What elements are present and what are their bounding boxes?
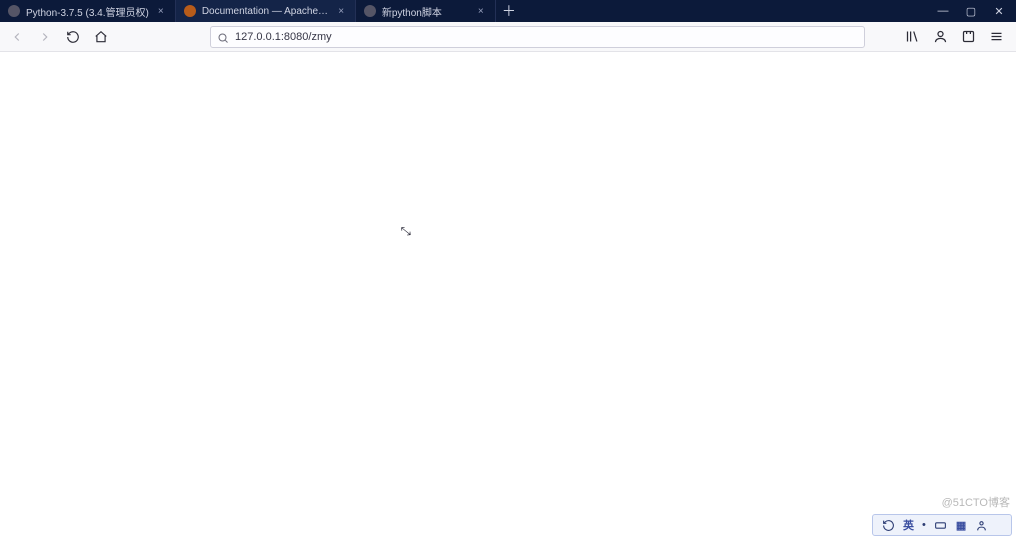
url-input[interactable] [235,31,858,43]
tabstrip-spacer [522,0,926,22]
ime-separator: • [922,519,926,531]
toolbar-right [904,29,1008,45]
ime-toolbar[interactable]: 英 • ▦ [872,514,1012,536]
reload-button[interactable] [64,28,82,46]
library-icon[interactable] [904,29,920,45]
mouse-cursor-icon: ⤡ [400,224,411,240]
close-icon[interactable]: × [336,6,347,17]
forward-button[interactable] [36,28,54,46]
watermark-text: @51CTO博客 [942,494,1010,510]
browser-toolbar [0,22,1016,52]
home-button[interactable] [92,28,110,46]
tab-title: 新python脚本 [382,4,469,19]
tab-favicon [184,5,196,17]
menu-icon[interactable] [988,29,1004,45]
address-bar[interactable] [210,26,865,48]
tab-title: Documentation — Apache K… [202,6,330,17]
refresh-icon[interactable] [881,518,895,532]
account-icon[interactable] [932,29,948,45]
keyboard-icon[interactable] [934,518,948,532]
tab-favicon [364,5,376,17]
window-maximize-button[interactable]: ▢ [964,5,978,18]
tab-0[interactable]: Python-3.7.5 (3.4.管理员权) × [0,0,176,22]
tab-title: Python-3.7.5 (3.4.管理员权) [26,4,149,19]
page-viewport: ⤡ [0,52,1016,540]
ime-language-label[interactable]: 英 [903,517,914,533]
tab-2[interactable]: 新python脚本 × [356,0,496,22]
window-minimize-button[interactable]: — [936,5,950,17]
close-icon[interactable]: × [475,6,487,17]
extensions-icon[interactable] [960,29,976,45]
window-close-button[interactable]: ✕ [992,5,1006,18]
window-controls: — ▢ ✕ [926,0,1016,22]
ime-tools-icon[interactable]: ▦ [956,519,966,532]
tab-1[interactable]: Documentation — Apache K… × [176,0,356,22]
new-tab-button[interactable]: ＋ [496,0,522,22]
search-icon [217,31,229,43]
tab-favicon [8,5,20,17]
back-button[interactable] [8,28,26,46]
person-icon[interactable] [974,518,988,532]
close-icon[interactable]: × [155,6,167,17]
tab-strip: Python-3.7.5 (3.4.管理员权) × Documentation … [0,0,1016,22]
